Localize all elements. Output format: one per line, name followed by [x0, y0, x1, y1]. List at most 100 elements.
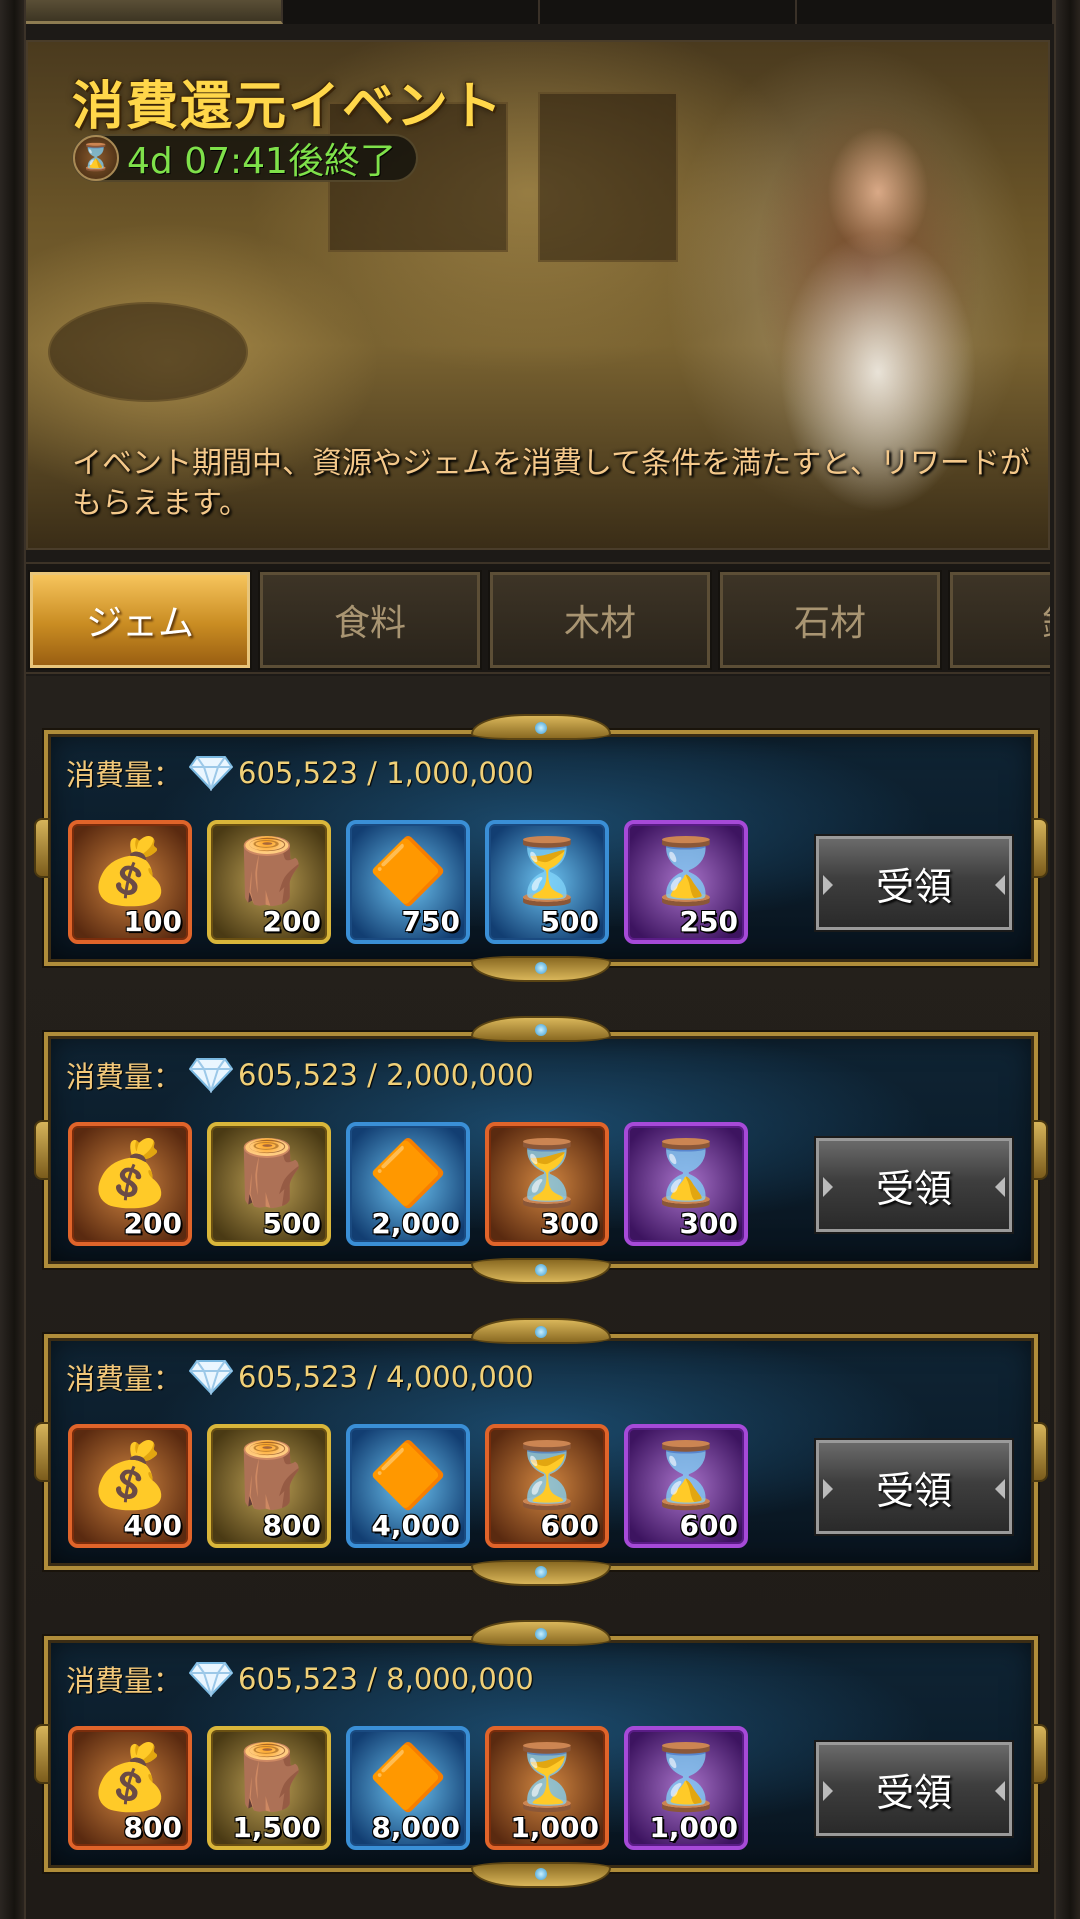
tab-ore[interactable]: 鉱 — [948, 570, 1050, 670]
tab-gem[interactable]: ジェム — [28, 570, 252, 670]
reward-item[interactable]: ⌛ 250 — [624, 820, 748, 944]
reward-tier-card: 消費量： 605,523 / 1,000,000 💰 100 🪵 200 🔶 750 ⏳ 500 ⌛… — [34, 714, 1048, 982]
top-nav-segment[interactable] — [283, 0, 540, 24]
orange-crystal-icon: 🔶 — [368, 1137, 448, 1211]
resource-bag-icon: 💰 — [90, 1741, 170, 1815]
consumption-progress: 消費量： 605,523 / 4,000,000 — [66, 1352, 534, 1402]
lumber-crate-icon: 🪵 — [229, 1741, 309, 1815]
card-ornament — [471, 1016, 611, 1042]
reward-quantity: 600 — [540, 1509, 599, 1542]
consumption-value: 605,523 / 8,000,000 — [238, 1662, 534, 1696]
event-banner: 消費還元イベント ⌛ 4d 07:41後終了 イベント期間中、資源やジェムを消費… — [26, 40, 1050, 550]
reward-quantity: 250 — [679, 905, 738, 938]
resource-tabs: ジェム 食料 木材 石材 鉱 — [26, 562, 1050, 674]
reward-item[interactable]: 🪵 500 — [207, 1122, 331, 1246]
reward-quantity: 200 — [262, 905, 321, 938]
reward-tier-card: 消費量： 605,523 / 8,000,000 💰 800 🪵 1,500 🔶 8,000 ⏳… — [34, 1620, 1048, 1888]
reward-item[interactable]: 💰 200 — [68, 1122, 192, 1246]
reward-quantity: 750 — [401, 905, 460, 938]
lumber-crate-icon: 🪵 — [229, 1137, 309, 1211]
card-ornament — [471, 714, 611, 740]
card-side-knob — [34, 1120, 50, 1180]
card-side-knob — [1032, 1724, 1048, 1784]
reward-item[interactable]: ⏳ 1,000 — [485, 1726, 609, 1850]
top-nav-segment[interactable] — [797, 0, 1054, 24]
card-side-knob — [1032, 1120, 1048, 1180]
reward-quantity: 4,000 — [371, 1509, 460, 1542]
reward-quantity: 300 — [540, 1207, 599, 1240]
reward-quantity: 2,000 — [371, 1207, 460, 1240]
reward-quantity: 600 — [679, 1509, 738, 1542]
left-frame — [0, 0, 26, 1919]
reward-item[interactable]: ⌛ 300 — [624, 1122, 748, 1246]
consumption-label: 消費量： — [66, 1060, 183, 1094]
timer-text: 4d 07:41後終了 — [127, 141, 396, 182]
card-ornament — [471, 1318, 611, 1344]
reward-item[interactable]: ⏳ 600 — [485, 1424, 609, 1548]
reward-quantity: 200 — [123, 1207, 182, 1240]
reward-quantity: 1,000 — [510, 1811, 599, 1844]
reward-quantity: 800 — [262, 1509, 321, 1542]
consumption-value: 605,523 / 1,000,000 — [238, 756, 534, 790]
reward-items: 💰 800 🪵 1,500 🔶 8,000 ⏳ 1,000 ⌛ 1,000 — [68, 1726, 763, 1850]
reward-item[interactable]: ⏳ 500 — [485, 820, 609, 944]
reward-items: 💰 400 🪵 800 🔶 4,000 ⏳ 600 ⌛ 600 — [68, 1424, 763, 1548]
reward-item[interactable]: ⌛ 600 — [624, 1424, 748, 1548]
reward-quantity: 800 — [123, 1811, 182, 1844]
reward-item[interactable]: 🪵 800 — [207, 1424, 331, 1548]
reward-quantity: 500 — [262, 1207, 321, 1240]
reward-item[interactable]: 🔶 8,000 — [346, 1726, 470, 1850]
gem-icon — [188, 1055, 234, 1095]
card-side-knob — [1032, 1422, 1048, 1482]
resource-bag-icon: 💰 — [90, 835, 170, 909]
event-title: 消費還元イベント — [72, 77, 505, 137]
build-hourglass-icon: ⌛ — [646, 1741, 726, 1815]
card-side-knob — [1032, 818, 1048, 878]
reward-item[interactable]: ⏳ 300 — [485, 1122, 609, 1246]
reward-item[interactable]: 💰 400 — [68, 1424, 192, 1548]
reward-quantity: 400 — [123, 1509, 182, 1542]
consumption-label: 消費量： — [66, 1664, 183, 1698]
gem-icon — [188, 1659, 234, 1699]
consumption-value: 605,523 / 2,000,000 — [238, 1058, 534, 1092]
claim-button[interactable]: 受領 — [814, 1438, 1014, 1536]
top-nav-segment[interactable] — [26, 0, 283, 24]
reward-item[interactable]: 🪵 1,500 — [207, 1726, 331, 1850]
claim-button[interactable]: 受領 — [814, 834, 1014, 932]
top-nav-strip — [26, 0, 1054, 24]
card-ornament — [471, 1620, 611, 1646]
lumber-crate-icon: 🪵 — [229, 835, 309, 909]
reward-item[interactable]: 🪵 200 — [207, 820, 331, 944]
reward-item[interactable]: ⌛ 1,000 — [624, 1726, 748, 1850]
consumption-value: 605,523 / 4,000,000 — [238, 1360, 534, 1394]
claim-button[interactable]: 受領 — [814, 1136, 1014, 1234]
build-hourglass-icon: ⌛ — [646, 835, 726, 909]
reward-item[interactable]: 💰 800 — [68, 1726, 192, 1850]
resource-bag-icon: 💰 — [90, 1137, 170, 1211]
reward-item[interactable]: 🔶 4,000 — [346, 1424, 470, 1548]
reward-quantity: 100 — [123, 905, 182, 938]
resource-bag-icon: 💰 — [90, 1439, 170, 1513]
reward-item[interactable]: 💰 100 — [68, 820, 192, 944]
speedup-hourglass-icon: ⏳ — [507, 1439, 587, 1513]
tab-wood[interactable]: 木材 — [488, 570, 712, 670]
reward-items: 💰 200 🪵 500 🔶 2,000 ⏳ 300 ⌛ 300 — [68, 1122, 763, 1246]
claim-button[interactable]: 受領 — [814, 1740, 1014, 1838]
reward-quantity: 1,500 — [232, 1811, 321, 1844]
tab-stone[interactable]: 石材 — [718, 570, 942, 670]
reward-tier-card: 消費量： 605,523 / 4,000,000 💰 400 🪵 800 🔶 4,000 ⏳ 60… — [34, 1318, 1048, 1586]
top-nav-segment[interactable] — [540, 0, 797, 24]
right-frame — [1054, 0, 1080, 1919]
reward-item[interactable]: 🔶 750 — [346, 820, 470, 944]
speedup-hourglass-icon: ⏳ — [507, 1137, 587, 1211]
reward-quantity: 8,000 — [371, 1811, 460, 1844]
gem-icon — [188, 1357, 234, 1397]
orange-crystal-icon: 🔶 — [368, 835, 448, 909]
consumption-progress: 消費量： 605,523 / 1,000,000 — [66, 748, 534, 798]
reward-item[interactable]: 🔶 2,000 — [346, 1122, 470, 1246]
orange-crystal-icon: 🔶 — [368, 1439, 448, 1513]
tab-food[interactable]: 食料 — [258, 570, 482, 670]
consumption-progress: 消費量： 605,523 / 8,000,000 — [66, 1654, 534, 1704]
speedup-hourglass-icon: ⏳ — [507, 835, 587, 909]
banner-table — [48, 302, 248, 402]
